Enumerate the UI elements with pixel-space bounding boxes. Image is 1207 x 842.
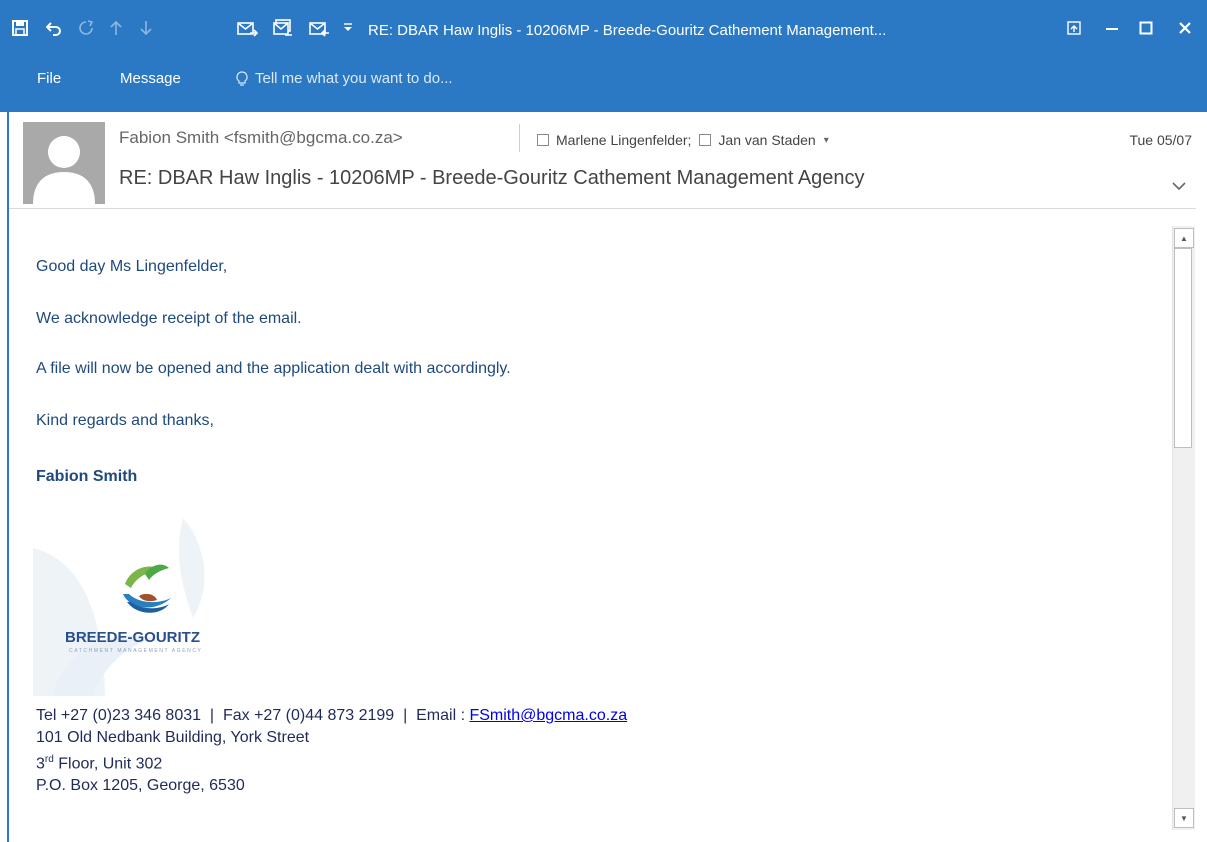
contact-line: Tel +27 (0)23 346 8031 | Fax +27 (0)44 8…	[36, 705, 627, 727]
email-label: Email :	[416, 707, 470, 724]
reply-all-icon[interactable]	[268, 14, 298, 42]
scroll-thumb[interactable]	[1174, 248, 1192, 448]
checkbox-icon	[537, 134, 549, 146]
reply-icon[interactable]	[232, 14, 262, 42]
maximize-icon[interactable]	[1130, 14, 1162, 42]
logo-wordmark: BREEDE-GOURITZ	[65, 629, 200, 646]
redo-icon[interactable]	[72, 14, 100, 42]
chevron-down-icon[interactable]: ▾	[824, 135, 829, 146]
avatar	[23, 122, 105, 204]
minimize-icon[interactable]	[1098, 14, 1126, 42]
header-separator	[9, 208, 1196, 209]
checkbox-icon	[699, 134, 712, 146]
header-divider	[519, 124, 520, 152]
window-title: RE: DBAR Haw Inglis - 10206MP - Breede-G…	[368, 22, 887, 39]
signer-name: Fabion Smith	[36, 468, 138, 485]
title-bar: RE: DBAR Haw Inglis - 10206MP - Breede-G…	[0, 0, 1207, 112]
breede-gouritz-logo: BREEDE-GOURITZ CATCHMENT MANAGEMENT AGEN…	[33, 518, 215, 696]
message-date: Tue 05/07	[1129, 132, 1192, 148]
expand-header-chevron-icon[interactable]	[1167, 174, 1191, 198]
recipient-2[interactable]: Jan van Staden	[718, 132, 815, 148]
next-item-icon[interactable]	[134, 14, 158, 42]
message-tab[interactable]: Message	[120, 70, 181, 87]
previous-item-icon[interactable]	[104, 14, 128, 42]
greeting: Good day Ms Lingenfelder,	[36, 258, 228, 275]
sender[interactable]: Fabion Smith <fsmith@bgcma.co.za>	[119, 128, 403, 148]
po-box: P.O. Box 1205, George, 6530	[36, 777, 245, 795]
undo-icon[interactable]	[40, 14, 68, 42]
ribbon-menu: File Message Tell me what you want to do…	[0, 58, 1207, 98]
customize-dropdown-icon[interactable]	[338, 14, 358, 42]
separator: |	[209, 707, 215, 724]
recipients[interactable]: Marlene Lingenfelder; Jan van Staden ▾	[537, 132, 829, 148]
fax: Fax +27 (0)44 873 2199	[222, 707, 395, 724]
left-border	[7, 112, 9, 842]
signature-block: Tel +27 (0)23 346 8031 | Fax +27 (0)44 8…	[36, 705, 627, 797]
message-subject: RE: DBAR Haw Inglis - 10206MP - Breede-G…	[119, 167, 865, 189]
forward-icon[interactable]	[304, 14, 334, 42]
closing: Kind regards and thanks,	[36, 412, 214, 429]
close-icon[interactable]	[1170, 14, 1200, 42]
paragraph-1: We acknowledge receipt of the email.	[36, 310, 302, 327]
tell-me-placeholder: Tell me what you want to do...	[255, 70, 453, 87]
scroll-up-arrow-icon[interactable]: ▲	[1174, 228, 1194, 248]
scroll-down-arrow-icon[interactable]: ▼	[1174, 808, 1194, 828]
address-line-1: 101 Old Nedbank Building, York Street	[36, 729, 310, 746]
file-tab[interactable]: File	[37, 70, 61, 87]
recipient-1[interactable]: Marlene Lingenfelder;	[556, 132, 691, 148]
lightbulb-icon	[236, 70, 248, 86]
paragraph-2: A file will now be opened and the applic…	[36, 360, 511, 377]
message-header: Fabion Smith <fsmith@bgcma.co.za> Marlen…	[9, 112, 1207, 210]
logo-tagline: CATCHMENT MANAGEMENT AGENCY	[69, 648, 203, 654]
email-link[interactable]: FSmith@bgcma.co.za	[469, 707, 627, 724]
telephone: Tel +27 (0)23 346 8031	[36, 707, 202, 724]
vertical-scrollbar[interactable]: ▲ ▼	[1172, 226, 1195, 830]
ribbon-display-options-icon[interactable]	[1062, 14, 1086, 42]
address-line-2: 3rd Floor, Unit 302	[36, 754, 163, 773]
separator: |	[403, 707, 408, 724]
save-icon[interactable]	[6, 14, 34, 42]
tell-me-search[interactable]: Tell me what you want to do...	[236, 70, 453, 87]
